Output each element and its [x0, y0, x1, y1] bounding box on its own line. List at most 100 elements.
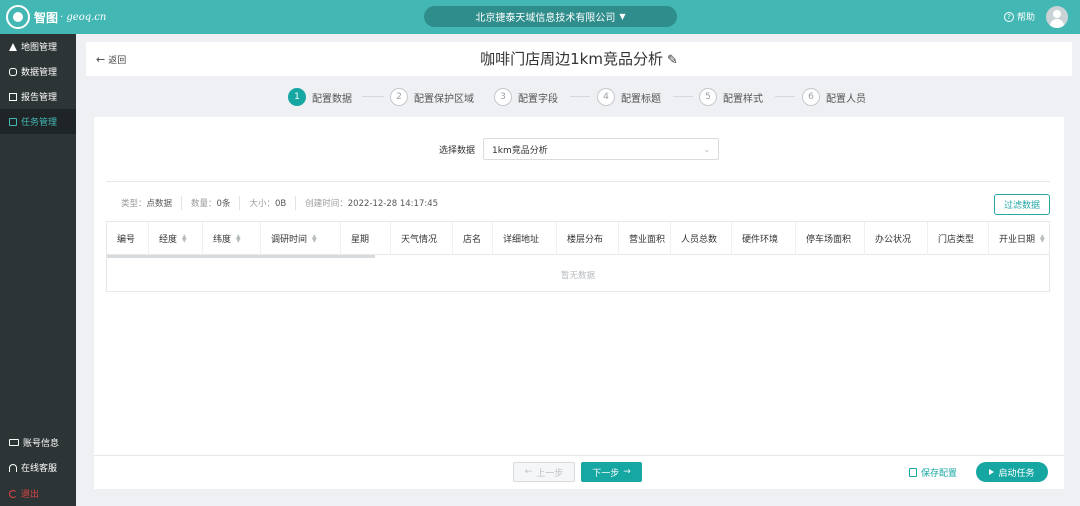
sort-icon[interactable]: ▲ ▼ [1040, 233, 1045, 243]
data-select[interactable]: 1km竞品分析 ⌄ [483, 138, 720, 160]
report-icon [9, 92, 17, 101]
app-logo[interactable]: 智图 · geoq.cn [6, 5, 106, 29]
sidebar-item-task[interactable]: 任务管理 [0, 109, 76, 134]
step-connector [673, 96, 693, 97]
column-header-label: 办公状况 [875, 235, 912, 245]
sidebar-item-data[interactable]: 数据管理 [0, 59, 76, 84]
column-header-label: 详细地址 [503, 235, 540, 245]
column-header: 门店类型 [928, 222, 989, 255]
column-header-label: 编号 [117, 235, 136, 245]
column-header: 人员总数 [671, 222, 732, 255]
next-step-button[interactable]: 下一步 → [581, 462, 642, 482]
headset-icon [9, 463, 17, 472]
help-link[interactable]: ? 帮助 [1004, 10, 1035, 23]
page-title: 咖啡门店周边1km竞品分析 ✎ [86, 48, 1072, 69]
logo-icon [6, 5, 30, 29]
step-number: 2 [390, 88, 408, 106]
step-label: 配置样式 [723, 93, 763, 105]
page-header: ← 返回 咖啡门店周边1km竞品分析 ✎ [86, 42, 1072, 76]
sidebar-item-label: 任务管理 [21, 118, 58, 128]
step-config-fields[interactable]: 3 配置字段 [494, 87, 558, 107]
step-config-title[interactable]: 4 配置标题 [597, 87, 661, 107]
sidebar-item-account[interactable]: 账号信息 [0, 430, 76, 455]
step-label: 配置数据 [312, 93, 352, 105]
meta-type: 类型：点数据 [121, 199, 173, 209]
column-header-label: 纬度 [213, 235, 232, 245]
chevron-down-icon: ⌄ [703, 144, 711, 154]
data-select-label: 选择数据 [439, 145, 476, 156]
prev-label: 上一步 [536, 468, 564, 479]
step-label: 配置人员 [826, 93, 866, 105]
meta-created: 创建时间：2022-12-28 14:17:45 [305, 199, 439, 209]
divider [106, 181, 1050, 182]
column-header: 办公状况 [865, 222, 928, 255]
main-panel: 选择数据 1km竞品分析 ⌄ 类型：点数据 数量：0条 大小：0B 创建时间：2… [94, 117, 1064, 489]
sidebar-item-label: 地图管理 [21, 43, 58, 53]
user-avatar[interactable] [1046, 6, 1068, 28]
step-connector [362, 96, 384, 97]
column-header-label: 楼层分布 [567, 235, 604, 245]
arrow-right-icon: → [623, 467, 631, 477]
page-title-text: 咖啡门店周边1km竞品分析 [480, 50, 663, 68]
column-header-label: 门店类型 [938, 235, 975, 245]
help-icon: ? [1004, 11, 1014, 22]
arrow-left-icon: ← [524, 467, 533, 477]
step-label: 配置保护区域 [414, 93, 474, 105]
start-task-button[interactable]: 启动任务 [976, 462, 1048, 482]
column-header[interactable]: 开业日期 ▲ ▼ [989, 222, 1049, 255]
column-header[interactable]: 调研时间 ▲ ▼ [261, 222, 341, 255]
logo-domain: · geoq.cn [60, 11, 107, 23]
step-config-people[interactable]: 6 配置人员 [802, 87, 866, 107]
account-card-icon [9, 439, 19, 446]
meta-size: 大小：0B [249, 199, 287, 209]
filter-data-button[interactable]: 过滤数据 [994, 194, 1050, 215]
sidebar-item-map[interactable]: 地图管理 [0, 34, 76, 59]
column-header[interactable]: 纬度 ▲ ▼ [203, 222, 261, 255]
column-header: 详细地址 [493, 222, 557, 255]
company-name: 北京捷泰天域信息技术有限公司 [475, 13, 616, 24]
company-selector[interactable]: 北京捷泰天域信息技术有限公司 ▼ [424, 6, 677, 27]
column-header: 营业面积 [619, 222, 671, 255]
sort-icon[interactable]: ▲ ▼ [312, 233, 317, 243]
sidebar-item-label: 退出 [21, 490, 40, 500]
column-header-label: 星期 [351, 235, 370, 245]
database-icon [9, 67, 17, 76]
prev-step-button[interactable]: ← 上一步 [513, 462, 575, 482]
sidebar-item-label: 账号信息 [23, 439, 60, 449]
step-number: 4 [597, 88, 615, 106]
edit-pencil-icon[interactable]: ✎ [667, 53, 678, 68]
logo-text: 智图 [34, 10, 59, 25]
column-header: 星期 [341, 222, 391, 255]
step-config-style[interactable]: 5 配置样式 [699, 87, 763, 107]
data-select-value: 1km竞品分析 [492, 145, 548, 156]
sidebar-item-report[interactable]: 报告管理 [0, 84, 76, 109]
sidebar-item-logout[interactable]: 退出 [0, 481, 76, 506]
column-header: 天气情况 [391, 222, 453, 255]
save-config-button[interactable]: 保存配置 [909, 466, 957, 479]
column-header-label: 店名 [463, 235, 482, 245]
column-header: 编号 [107, 222, 149, 255]
table-header: 编号 经度 ▲ ▼ 纬度 ▲ ▼ 调研时间 ▲ ▼ 星期 天气情况 店名 详细地址 楼层分布 营业面积 人员总数… [107, 222, 1049, 255]
column-header-label: 经度 [159, 235, 178, 245]
caret-down-icon: ▼ [619, 12, 626, 21]
step-config-data[interactable]: 1 配置数据 [288, 87, 352, 107]
column-header: 硬件环境 [732, 222, 796, 255]
sort-icon[interactable]: ▲ ▼ [182, 233, 187, 243]
column-header[interactable]: 经度 ▲ ▼ [149, 222, 203, 255]
step-label: 配置字段 [518, 93, 558, 105]
step-label: 配置标题 [621, 93, 661, 105]
step-number: 1 [288, 88, 306, 106]
sort-icon[interactable]: ▲ ▼ [236, 233, 241, 243]
sidebar-item-label: 在线客服 [21, 464, 58, 474]
step-config-protect-area[interactable]: 2 配置保护区域 [390, 87, 474, 107]
step-number: 3 [494, 88, 512, 106]
footer-divider [94, 455, 1064, 456]
sidebar-item-support[interactable]: 在线客服 [0, 455, 76, 480]
map-icon [9, 42, 17, 51]
column-header-label: 停车场面积 [806, 235, 852, 245]
step-connector [570, 96, 590, 97]
column-header-label: 人员总数 [681, 235, 718, 245]
play-icon [989, 469, 995, 475]
step-number: 6 [802, 88, 820, 106]
sidebar-item-label: 数据管理 [21, 68, 58, 78]
